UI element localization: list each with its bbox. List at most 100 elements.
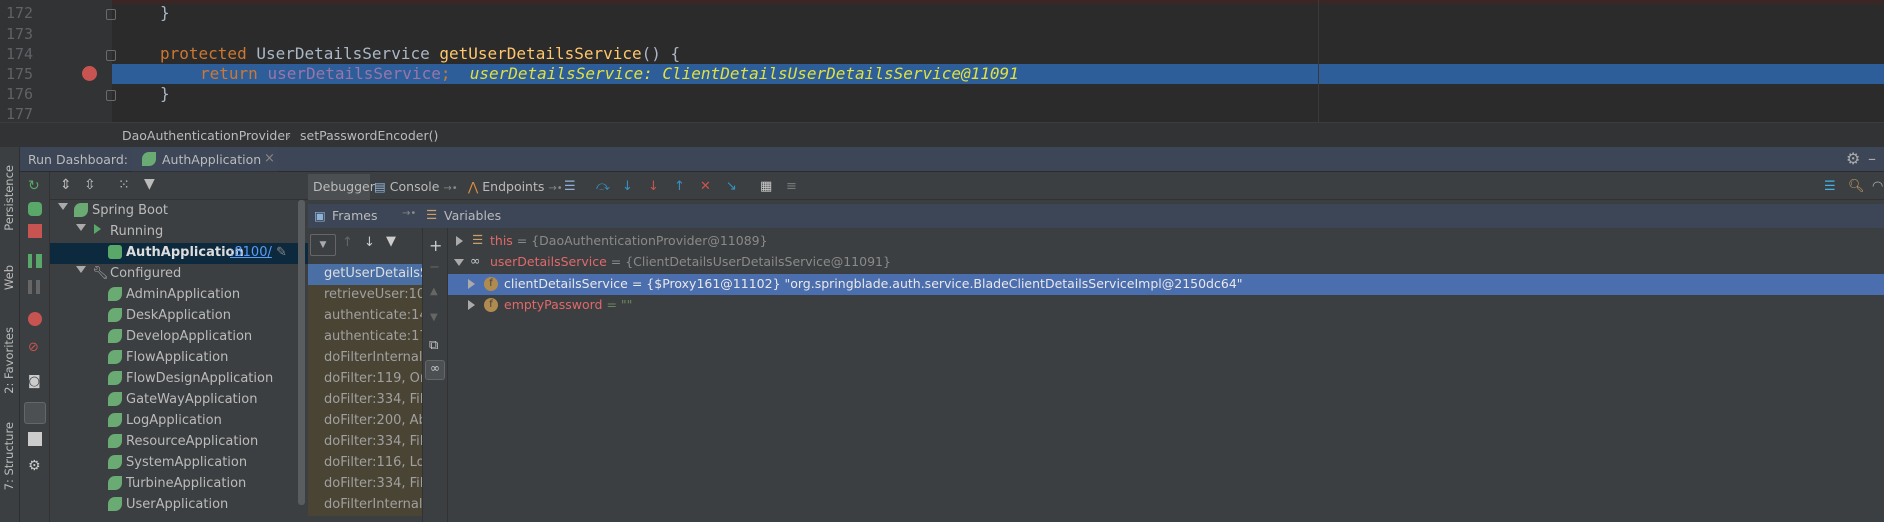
tool-web[interactable]: Web bbox=[2, 265, 16, 290]
step-over-icon[interactable]: ⤼ bbox=[596, 179, 610, 194]
pin-icon[interactable]: →• bbox=[402, 208, 416, 219]
tab-console[interactable]: ▤ Console →• bbox=[374, 174, 464, 200]
expand-arrow[interactable] bbox=[468, 279, 475, 289]
breakpoint-icon[interactable] bbox=[82, 66, 97, 81]
overhead-icon[interactable]: ◠ bbox=[1872, 179, 1884, 194]
move-down-icon[interactable]: ▼ bbox=[430, 312, 438, 323]
expand-arrow[interactable] bbox=[456, 236, 463, 246]
remove-watch-icon[interactable]: − bbox=[429, 260, 440, 275]
tree-item-app[interactable]: DeskApplication bbox=[50, 306, 300, 327]
fold-marker[interactable] bbox=[106, 9, 116, 20]
tab-endpoints[interactable]: ⋀ Endpoints →• bbox=[468, 174, 568, 200]
trace-icon[interactable]: ≡ bbox=[786, 179, 800, 194]
variable-row[interactable]: ∞ userDetailsService = {ClientDetailsUser… bbox=[448, 252, 1884, 273]
evaluate-expression-icon[interactable]: ▦ bbox=[760, 179, 774, 194]
tree-item-app[interactable]: AdminApplication bbox=[50, 285, 300, 306]
stop-icon[interactable] bbox=[28, 224, 42, 238]
memory-icon[interactable]: ☰ bbox=[1824, 179, 1838, 194]
code-editor[interactable]: 172 173 174 175 176 177 } protected User… bbox=[0, 0, 1884, 122]
variable-row-selected[interactable]: f clientDetailsService = {$Proxy161@11102… bbox=[448, 274, 1884, 295]
layout-icon[interactable] bbox=[28, 432, 42, 446]
frame-row[interactable]: authenticate:175, bbox=[308, 327, 422, 348]
step-into-icon[interactable]: ↓ bbox=[622, 179, 636, 194]
watches-toggle-icon[interactable]: ∞ bbox=[425, 360, 445, 380]
rerun-icon[interactable]: ↻ bbox=[28, 178, 42, 194]
frame-row[interactable]: doFilter:200, Abst bbox=[308, 411, 422, 432]
tree-view-icon[interactable] bbox=[24, 402, 46, 424]
tab-debugger[interactable]: Debugger bbox=[308, 174, 375, 200]
search-icon[interactable]: 🔍︎ bbox=[1848, 179, 1865, 194]
frames-list[interactable]: ▼ ↑ ↓ ▼ getUserDetailsSeretrieveUser:108… bbox=[308, 228, 422, 522]
show-execution-point-icon[interactable]: ☰ bbox=[564, 179, 578, 194]
thread-dropdown[interactable]: ▼ bbox=[310, 234, 336, 256]
frame-row[interactable]: doFilterInternal:1 bbox=[308, 348, 422, 369]
tool-structure[interactable]: 7: Structure bbox=[2, 422, 16, 490]
group-icon[interactable]: ⁙ bbox=[118, 177, 130, 193]
move-up-icon[interactable]: ▲ bbox=[430, 286, 438, 297]
tree-item-app[interactable]: FlowApplication bbox=[50, 348, 300, 369]
expand-arrow[interactable] bbox=[58, 203, 68, 210]
tree-item-app[interactable]: ResourceApplication bbox=[50, 432, 300, 453]
tree-item-app[interactable]: SystemApplication bbox=[50, 453, 300, 474]
port-link[interactable]: :8100/ bbox=[230, 245, 272, 260]
tool-persistence[interactable]: Persistence bbox=[2, 165, 16, 231]
tree-item-app[interactable]: UserApplication bbox=[50, 495, 300, 516]
frame-row[interactable]: doFilterInternal:7 bbox=[308, 495, 422, 516]
filter-icon[interactable]: ▼ bbox=[144, 176, 155, 192]
down-arrow-icon[interactable]: ↓ bbox=[364, 235, 375, 250]
frame-row[interactable]: doFilter:334, Filte bbox=[308, 432, 422, 453]
frame-row[interactable]: doFilter:116, Log bbox=[308, 453, 422, 474]
expand-all-icon[interactable]: ⇕ bbox=[60, 177, 72, 193]
collapse-arrow[interactable] bbox=[454, 259, 464, 266]
frame-row[interactable]: doFilter:334, Filte bbox=[308, 474, 422, 495]
expand-arrow[interactable] bbox=[468, 300, 475, 310]
tree-item-app[interactable]: GateWayApplication bbox=[50, 390, 300, 411]
frame-row[interactable]: getUserDetailsSe bbox=[308, 264, 422, 285]
edit-icon[interactable]: ✎ bbox=[276, 245, 287, 260]
variables-tree[interactable]: ☰ this = {DaoAuthenticationProvider@11089… bbox=[448, 228, 1884, 522]
close-icon[interactable]: × bbox=[264, 151, 275, 166]
variable-row[interactable]: f emptyPassword = "" bbox=[448, 295, 1884, 316]
run-to-cursor-icon[interactable]: ↘ bbox=[726, 179, 740, 194]
tree-item-app[interactable]: DevelopApplication bbox=[50, 327, 300, 348]
collapse-all-icon[interactable]: ⇳ bbox=[84, 177, 96, 193]
tree-item-app[interactable]: LogApplication bbox=[50, 411, 300, 432]
breadcrumb-item[interactable]: setPasswordEncoder() bbox=[300, 128, 438, 143]
tree-item-configured[interactable]: 🔧︎ Configured bbox=[50, 264, 300, 285]
expand-arrow[interactable] bbox=[76, 266, 86, 273]
minimize-icon[interactable]: – bbox=[1868, 149, 1876, 168]
up-arrow-icon[interactable]: ↑ bbox=[342, 235, 353, 250]
step-out-icon[interactable]: ↑ bbox=[674, 179, 688, 194]
tree-item-authapplication[interactable]: AuthApplication:8100/ ✎ bbox=[50, 243, 308, 264]
settings-icon[interactable]: ⚙ bbox=[28, 458, 42, 474]
tree-item-spring-boot[interactable]: Spring Boot bbox=[50, 201, 300, 222]
tree-scrollbar[interactable] bbox=[298, 200, 305, 505]
frame-row[interactable]: retrieveUser:108, bbox=[308, 285, 422, 306]
tab-authapplication[interactable]: AuthApplication × bbox=[132, 147, 278, 172]
tree-item-running[interactable]: Running bbox=[50, 222, 300, 243]
mute-breakpoints-icon[interactable]: ⊘ bbox=[28, 340, 42, 355]
fold-marker[interactable] bbox=[106, 90, 116, 101]
variable-row[interactable]: ☰ this = {DaoAuthenticationProvider@11089… bbox=[448, 231, 1884, 252]
view-breakpoints-icon[interactable] bbox=[28, 312, 42, 326]
frame-row[interactable]: authenticate:144, bbox=[308, 306, 422, 327]
tree-item-app[interactable]: FlowDesignApplication bbox=[50, 369, 300, 390]
tool-favorites[interactable]: 2: Favorites bbox=[2, 327, 16, 394]
tree-item-app[interactable]: TurbineApplication bbox=[50, 474, 300, 495]
expand-arrow[interactable] bbox=[76, 224, 86, 231]
camera-icon[interactable]: ◙ bbox=[28, 374, 42, 389]
force-step-into-icon[interactable]: ↓ bbox=[648, 179, 662, 194]
breadcrumb-item[interactable]: DaoAuthenticationProvider bbox=[122, 128, 290, 143]
run-dashboard-tree[interactable]: ⇕ ⇳ ⁙ ▼ Spring Boot Running AuthApplicat… bbox=[50, 172, 308, 522]
gear-icon[interactable]: ⚙ bbox=[1846, 149, 1860, 168]
add-watch-icon[interactable]: + bbox=[429, 236, 442, 255]
pause-icon[interactable] bbox=[28, 280, 40, 294]
fold-marker[interactable] bbox=[106, 50, 116, 61]
frame-row[interactable]: doFilter:334, Filte bbox=[308, 390, 422, 411]
resume-icon[interactable] bbox=[28, 254, 42, 268]
copy-icon[interactable]: ⧉ bbox=[429, 338, 438, 353]
debug-icon[interactable] bbox=[28, 202, 42, 216]
drop-frame-icon[interactable]: ✕ bbox=[700, 179, 714, 194]
frame-row[interactable]: doFilter:119, Onc bbox=[308, 369, 422, 390]
filter-icon[interactable]: ▼ bbox=[386, 234, 396, 249]
